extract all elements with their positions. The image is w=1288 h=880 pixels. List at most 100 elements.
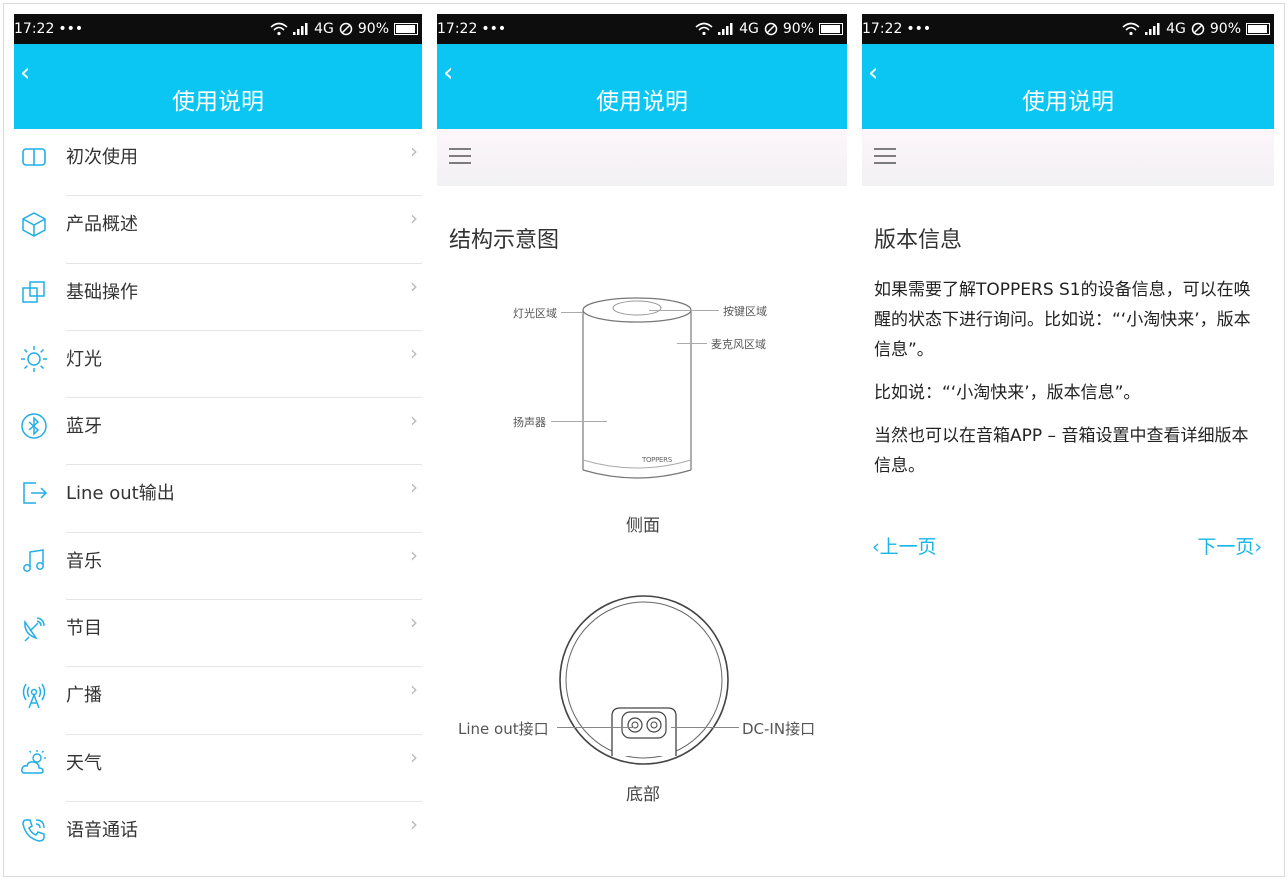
chevron-right-icon: › (410, 811, 418, 836)
battery-icon (394, 23, 418, 35)
wifi-icon (695, 22, 713, 36)
speaker-label: 扬声器 (513, 416, 546, 429)
battery-icon (1246, 23, 1270, 35)
list-item-first-use[interactable]: 初次使用 › (14, 129, 422, 197)
list-item-weather[interactable]: 天气 › (14, 735, 422, 802)
list-item-line-out[interactable]: Line out输出 › (14, 465, 422, 533)
status-dots: ••• (481, 21, 507, 37)
list-item-label: 语音通话 (66, 819, 138, 841)
paragraph-2: 比如说：“‘小淘快来’，版本信息”。 (874, 383, 1141, 403)
book-icon (22, 148, 46, 166)
dc-in-port-label: DC-IN接口 (742, 720, 816, 738)
button-area-label: 按键区域 (723, 305, 767, 318)
leader-line (557, 727, 635, 728)
status-bar: 17:22 ••• 4G 90% (437, 14, 847, 44)
sun-icon (21, 345, 47, 372)
leader-line (649, 310, 719, 311)
bluetooth-icon (21, 413, 47, 439)
broadcast-icon (22, 683, 46, 709)
hamburger-menu-icon[interactable] (449, 147, 471, 165)
status-time: 17:22 (14, 21, 55, 37)
network-type: 4G (314, 21, 334, 37)
list-item-label: 蓝牙 (66, 416, 102, 438)
chevron-right-icon: › (410, 542, 418, 567)
side-view-caption: 侧面 (626, 516, 660, 536)
page-title: 使用说明 (596, 89, 688, 115)
app-bar: ‹ 使用说明 (14, 44, 422, 129)
list-item-label: 灯光 (66, 348, 102, 370)
list-item-light[interactable]: 灯光 › (14, 331, 422, 399)
output-icon (23, 482, 48, 505)
next-page-link[interactable]: 下一页› (1197, 532, 1262, 559)
list-item-bluetooth[interactable]: 蓝牙 › (14, 398, 422, 466)
music-icon (23, 548, 44, 572)
status-dots: ••• (906, 21, 932, 37)
bottom-view-caption: 底部 (626, 785, 660, 805)
phone-icon (22, 819, 45, 842)
network-type: 4G (739, 21, 759, 37)
page-title: 使用说明 (1022, 89, 1114, 115)
wifi-icon (270, 22, 288, 36)
chevron-right-icon: › (1254, 536, 1262, 558)
battery-icon (819, 23, 843, 35)
chevron-right-icon: › (410, 610, 418, 635)
battery-level: 90% (782, 21, 814, 37)
list-item-label: 基础操作 (66, 281, 138, 303)
mic-area-label: 麦克风区域 (711, 338, 766, 351)
brand-label: TOPPERS (642, 456, 672, 464)
paragraph-3: 当然也可以在音箱APP – 音箱设置中查看详细版本信息。 (874, 426, 1249, 476)
chevron-right-icon: › (410, 677, 418, 702)
chevron-right-icon: › (410, 206, 418, 231)
leader-line (561, 312, 583, 313)
status-time: 17:22 (862, 21, 903, 37)
chevron-right-icon: › (410, 744, 418, 769)
layers-icon (22, 280, 45, 303)
section-heading: 结构示意图 (449, 228, 560, 253)
phone-screen-structure: 17:22 ••• 4G 90% ‹ 使用说明 结构示意图 TOPPERS 灯光区… (437, 14, 847, 862)
leader-line (671, 727, 739, 728)
list-item-music[interactable]: 音乐 › (14, 533, 422, 601)
light-area-label: 灯光区域 (513, 307, 557, 320)
battery-level: 90% (357, 21, 389, 37)
list-item-label: 节目 (66, 618, 102, 640)
app-bar: ‹ 使用说明 (437, 44, 847, 129)
list-item-voice-call[interactable]: 语音通话 › (14, 802, 422, 862)
status-dots: ••• (58, 21, 84, 37)
speaker-bottom-diagram (559, 595, 729, 765)
menu-bar (862, 129, 1274, 186)
battery-level: 90% (1209, 21, 1241, 37)
list-item-overview[interactable]: 产品概述 › (14, 196, 422, 264)
signal-icon (1145, 23, 1160, 35)
chevron-right-icon: › (410, 475, 418, 500)
weather-icon (21, 749, 46, 774)
leader-line (551, 421, 607, 422)
cube-icon (22, 212, 46, 238)
next-page-label: 下一页 (1197, 536, 1255, 558)
no-disturb-icon (764, 22, 778, 36)
leader-line (677, 343, 707, 344)
chevron-right-icon: › (410, 408, 418, 433)
section-heading: 版本信息 (874, 228, 963, 253)
app-bar: ‹ 使用说明 (862, 44, 1274, 129)
list-item-label: Line out输出 (66, 483, 175, 505)
network-type: 4G (1166, 21, 1186, 37)
list-item-label: 初次使用 (66, 147, 138, 168)
list-item-label: 产品概述 (66, 214, 138, 236)
chevron-right-icon: › (410, 273, 418, 298)
menu-bar (437, 129, 847, 186)
hamburger-menu-icon[interactable] (874, 147, 896, 165)
manual-list: 初次使用 › 产品概述 › 基础操作 › 灯光 › 蓝牙 › Line out输… (14, 129, 422, 862)
prev-page-link[interactable]: ‹上一页 (872, 532, 937, 559)
chevron-right-icon: › (410, 340, 418, 365)
list-item-basic-ops[interactable]: 基础操作 › (14, 264, 422, 331)
phone-screen-version: 17:22 ••• 4G 90% ‹ 使用说明 版本信息 如果需要了解TOPPER… (862, 14, 1274, 862)
list-item-programs[interactable]: 节目 › (14, 600, 422, 668)
status-time: 17:22 (437, 21, 478, 37)
status-bar: 17:22 ••• 4G 90% (14, 14, 422, 44)
list-item-label: 广播 (66, 685, 102, 707)
list-item-label: 天气 (66, 752, 102, 774)
chevron-right-icon: › (410, 139, 418, 163)
list-item-radio[interactable]: 广播 › (14, 667, 422, 735)
list-item-label: 音乐 (66, 550, 102, 572)
line-out-port-label: Line out接口 (458, 720, 549, 738)
